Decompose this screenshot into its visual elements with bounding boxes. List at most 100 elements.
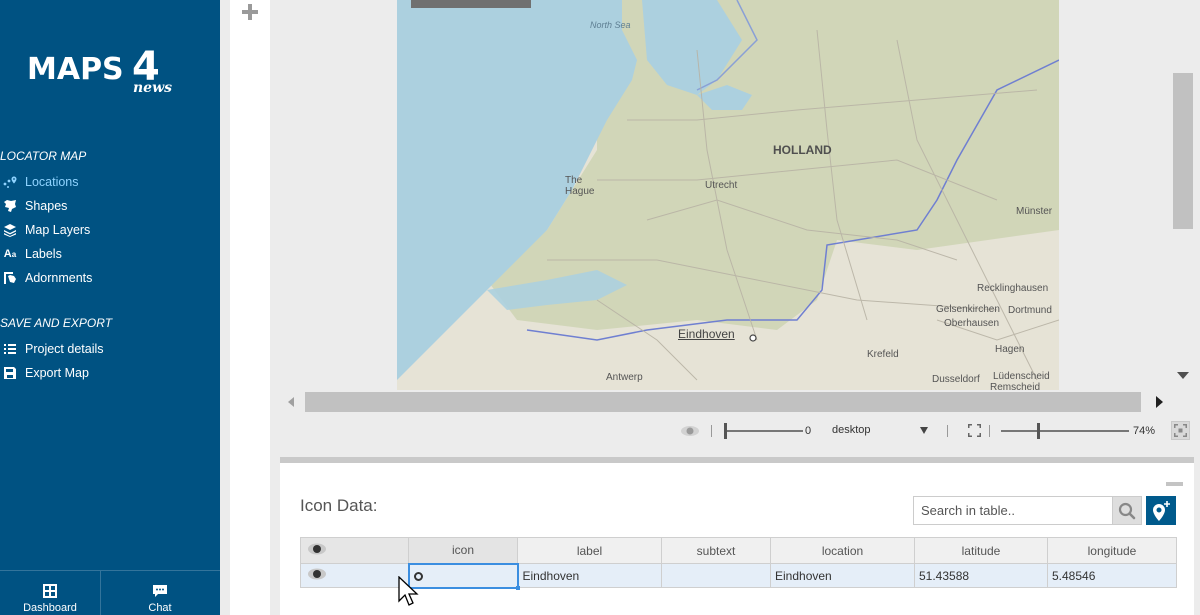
map-label-holland: HOLLAND xyxy=(773,143,832,157)
cell-longitude[interactable]: 5.48546 xyxy=(1047,563,1177,588)
icon-data-panel: Icon Data: icon label subtext location l… xyxy=(280,463,1194,615)
map-label-munster: Münster xyxy=(1016,206,1053,217)
map-label-hague: Hague xyxy=(565,186,595,197)
cell-latitude[interactable]: 51.43588 xyxy=(914,563,1048,588)
dashboard-icon xyxy=(43,584,57,598)
sidebar-item-label: Project details xyxy=(25,342,104,356)
map-label-antwerp: Antwerp xyxy=(606,372,643,383)
icon-data-table: icon label subtext location latitude lon… xyxy=(300,537,1177,591)
sidebar-item-locations[interactable]: Locations xyxy=(3,173,79,191)
scroll-left-arrow-icon[interactable] xyxy=(288,397,294,407)
adornments-icon xyxy=(3,271,17,285)
sidebar-item-labels[interactable]: Aa Labels xyxy=(3,245,62,263)
zoom-value: 74% xyxy=(1133,425,1156,437)
chevron-down-icon xyxy=(920,427,928,434)
cell-location[interactable]: Eindhoven xyxy=(770,563,915,588)
map-label-gelsenkirchen: Gelsenkirchen xyxy=(936,304,1000,315)
list-icon xyxy=(3,342,17,356)
map-label-oberhausen: Oberhausen xyxy=(944,318,1000,329)
map-tool-strip xyxy=(230,0,270,615)
panel-title: Icon Data: xyxy=(300,496,378,515)
zoom-slider-handle[interactable] xyxy=(1037,423,1040,439)
sidebar-item-label: Export Map xyxy=(25,366,89,380)
fit-to-screen-button[interactable] xyxy=(1171,421,1190,440)
logo-text: MAPS xyxy=(27,52,124,87)
column-header-label[interactable]: label xyxy=(517,537,662,564)
column-header-longitude[interactable]: longitude xyxy=(1047,537,1177,564)
search-icon xyxy=(1118,502,1136,519)
device-select[interactable]: desktop xyxy=(832,424,928,440)
scroll-right-arrow-icon[interactable] xyxy=(1156,396,1163,408)
add-location-button[interactable] xyxy=(1146,496,1176,525)
save-icon xyxy=(3,366,17,380)
table-row[interactable]: Eindhoven Eindhoven 51.43588 5.48546 xyxy=(300,562,1177,591)
cell-label[interactable]: Eindhoven xyxy=(517,563,662,588)
sidebar-item-label: Locations xyxy=(25,175,79,189)
search-button[interactable] xyxy=(1112,496,1142,525)
map-viewport: North Sea HOLLAND The Hague Utrecht Müns… xyxy=(280,0,1194,415)
scroll-down-arrow-icon[interactable] xyxy=(1177,372,1189,379)
sidebar-bottom-bar: Dashboard Chat xyxy=(0,570,220,615)
map-label-north-sea: North Sea xyxy=(590,20,631,30)
zoom-slider-track[interactable] xyxy=(1001,430,1129,432)
map-label-dusseldorf: Dusseldorf xyxy=(932,374,980,385)
chat-label: Chat xyxy=(148,602,172,614)
rotation-slider-track[interactable] xyxy=(725,430,803,432)
section-title-locator-map: LOCATOR MAP xyxy=(0,149,87,163)
column-header-latitude[interactable]: latitude xyxy=(914,537,1048,564)
map-vertical-scrollbar[interactable] xyxy=(1172,0,1194,390)
table-search-input[interactable] xyxy=(913,496,1113,525)
sidebar-item-map-layers[interactable]: Map Layers xyxy=(3,221,90,239)
table-header-row: icon label subtext location latitude lon… xyxy=(300,537,1177,564)
fullscreen-icon[interactable] xyxy=(968,424,981,437)
eye-icon xyxy=(308,568,326,580)
device-select-value: desktop xyxy=(832,424,871,436)
horizontal-scroll-thumb[interactable] xyxy=(305,392,1141,412)
map-label-the: The xyxy=(565,175,583,186)
row-visibility-toggle[interactable] xyxy=(300,563,409,588)
sidebar-item-shapes[interactable]: Shapes xyxy=(3,197,67,215)
map-label-ludenscheid: Lüdenscheid xyxy=(993,371,1050,382)
dashboard-label: Dashboard xyxy=(23,602,77,614)
sidebar-item-export-map[interactable]: Export Map xyxy=(3,364,89,382)
map-horizontal-scrollbar[interactable] xyxy=(280,390,1172,415)
map-label-eindhoven[interactable]: Eindhoven xyxy=(678,327,735,341)
dashboard-button[interactable]: Dashboard xyxy=(0,571,100,615)
sidebar: MAPS 4 news LOCATOR MAP Locations Shapes… xyxy=(0,0,220,615)
toolbar-divider xyxy=(947,425,948,437)
locations-icon xyxy=(3,175,17,189)
maps4news-logo: MAPS 4 news xyxy=(27,44,177,96)
shapes-icon xyxy=(3,199,17,213)
sidebar-item-adornments[interactable]: Adornments xyxy=(3,269,92,287)
column-header-subtext[interactable]: subtext xyxy=(661,537,771,564)
chat-button[interactable]: Chat xyxy=(100,571,219,615)
column-header-icon[interactable]: icon xyxy=(408,537,518,564)
sidebar-item-label: Shapes xyxy=(25,199,68,213)
chat-icon xyxy=(153,585,167,597)
rotation-slider-handle[interactable] xyxy=(724,423,727,439)
labels-icon: Aa xyxy=(3,248,17,260)
map-canvas[interactable]: North Sea HOLLAND The Hague Utrecht Müns… xyxy=(397,0,1059,390)
section-title-save-export: SAVE AND EXPORT xyxy=(0,316,113,330)
add-element-button[interactable] xyxy=(241,3,259,21)
cell-subtext[interactable] xyxy=(661,563,771,588)
logo-news: news xyxy=(133,80,173,96)
visibility-column-header[interactable] xyxy=(300,537,409,564)
cell-icon[interactable] xyxy=(407,562,521,591)
eye-icon xyxy=(308,543,326,555)
map-label-recklinghausen: Recklinghausen xyxy=(977,283,1049,294)
toolbar-divider xyxy=(989,425,990,437)
sidebar-item-label: Map Layers xyxy=(25,223,91,237)
sidebar-item-label: Labels xyxy=(25,247,62,261)
map-label-dortmund: Dortmund xyxy=(1008,305,1052,316)
minimize-panel-button[interactable] xyxy=(1166,482,1183,486)
map-label-remscheid: Remscheid xyxy=(990,382,1041,390)
circle-marker-icon xyxy=(413,571,423,581)
vertical-scroll-thumb[interactable] xyxy=(1173,73,1193,229)
sidebar-item-project-details[interactable]: Project details xyxy=(3,340,104,358)
visibility-eye-icon[interactable] xyxy=(680,424,700,438)
layers-icon xyxy=(3,223,17,237)
column-header-location[interactable]: location xyxy=(770,537,915,564)
toolbar-divider xyxy=(711,425,712,437)
map-toolbar: 0 desktop 74% xyxy=(280,415,1194,447)
